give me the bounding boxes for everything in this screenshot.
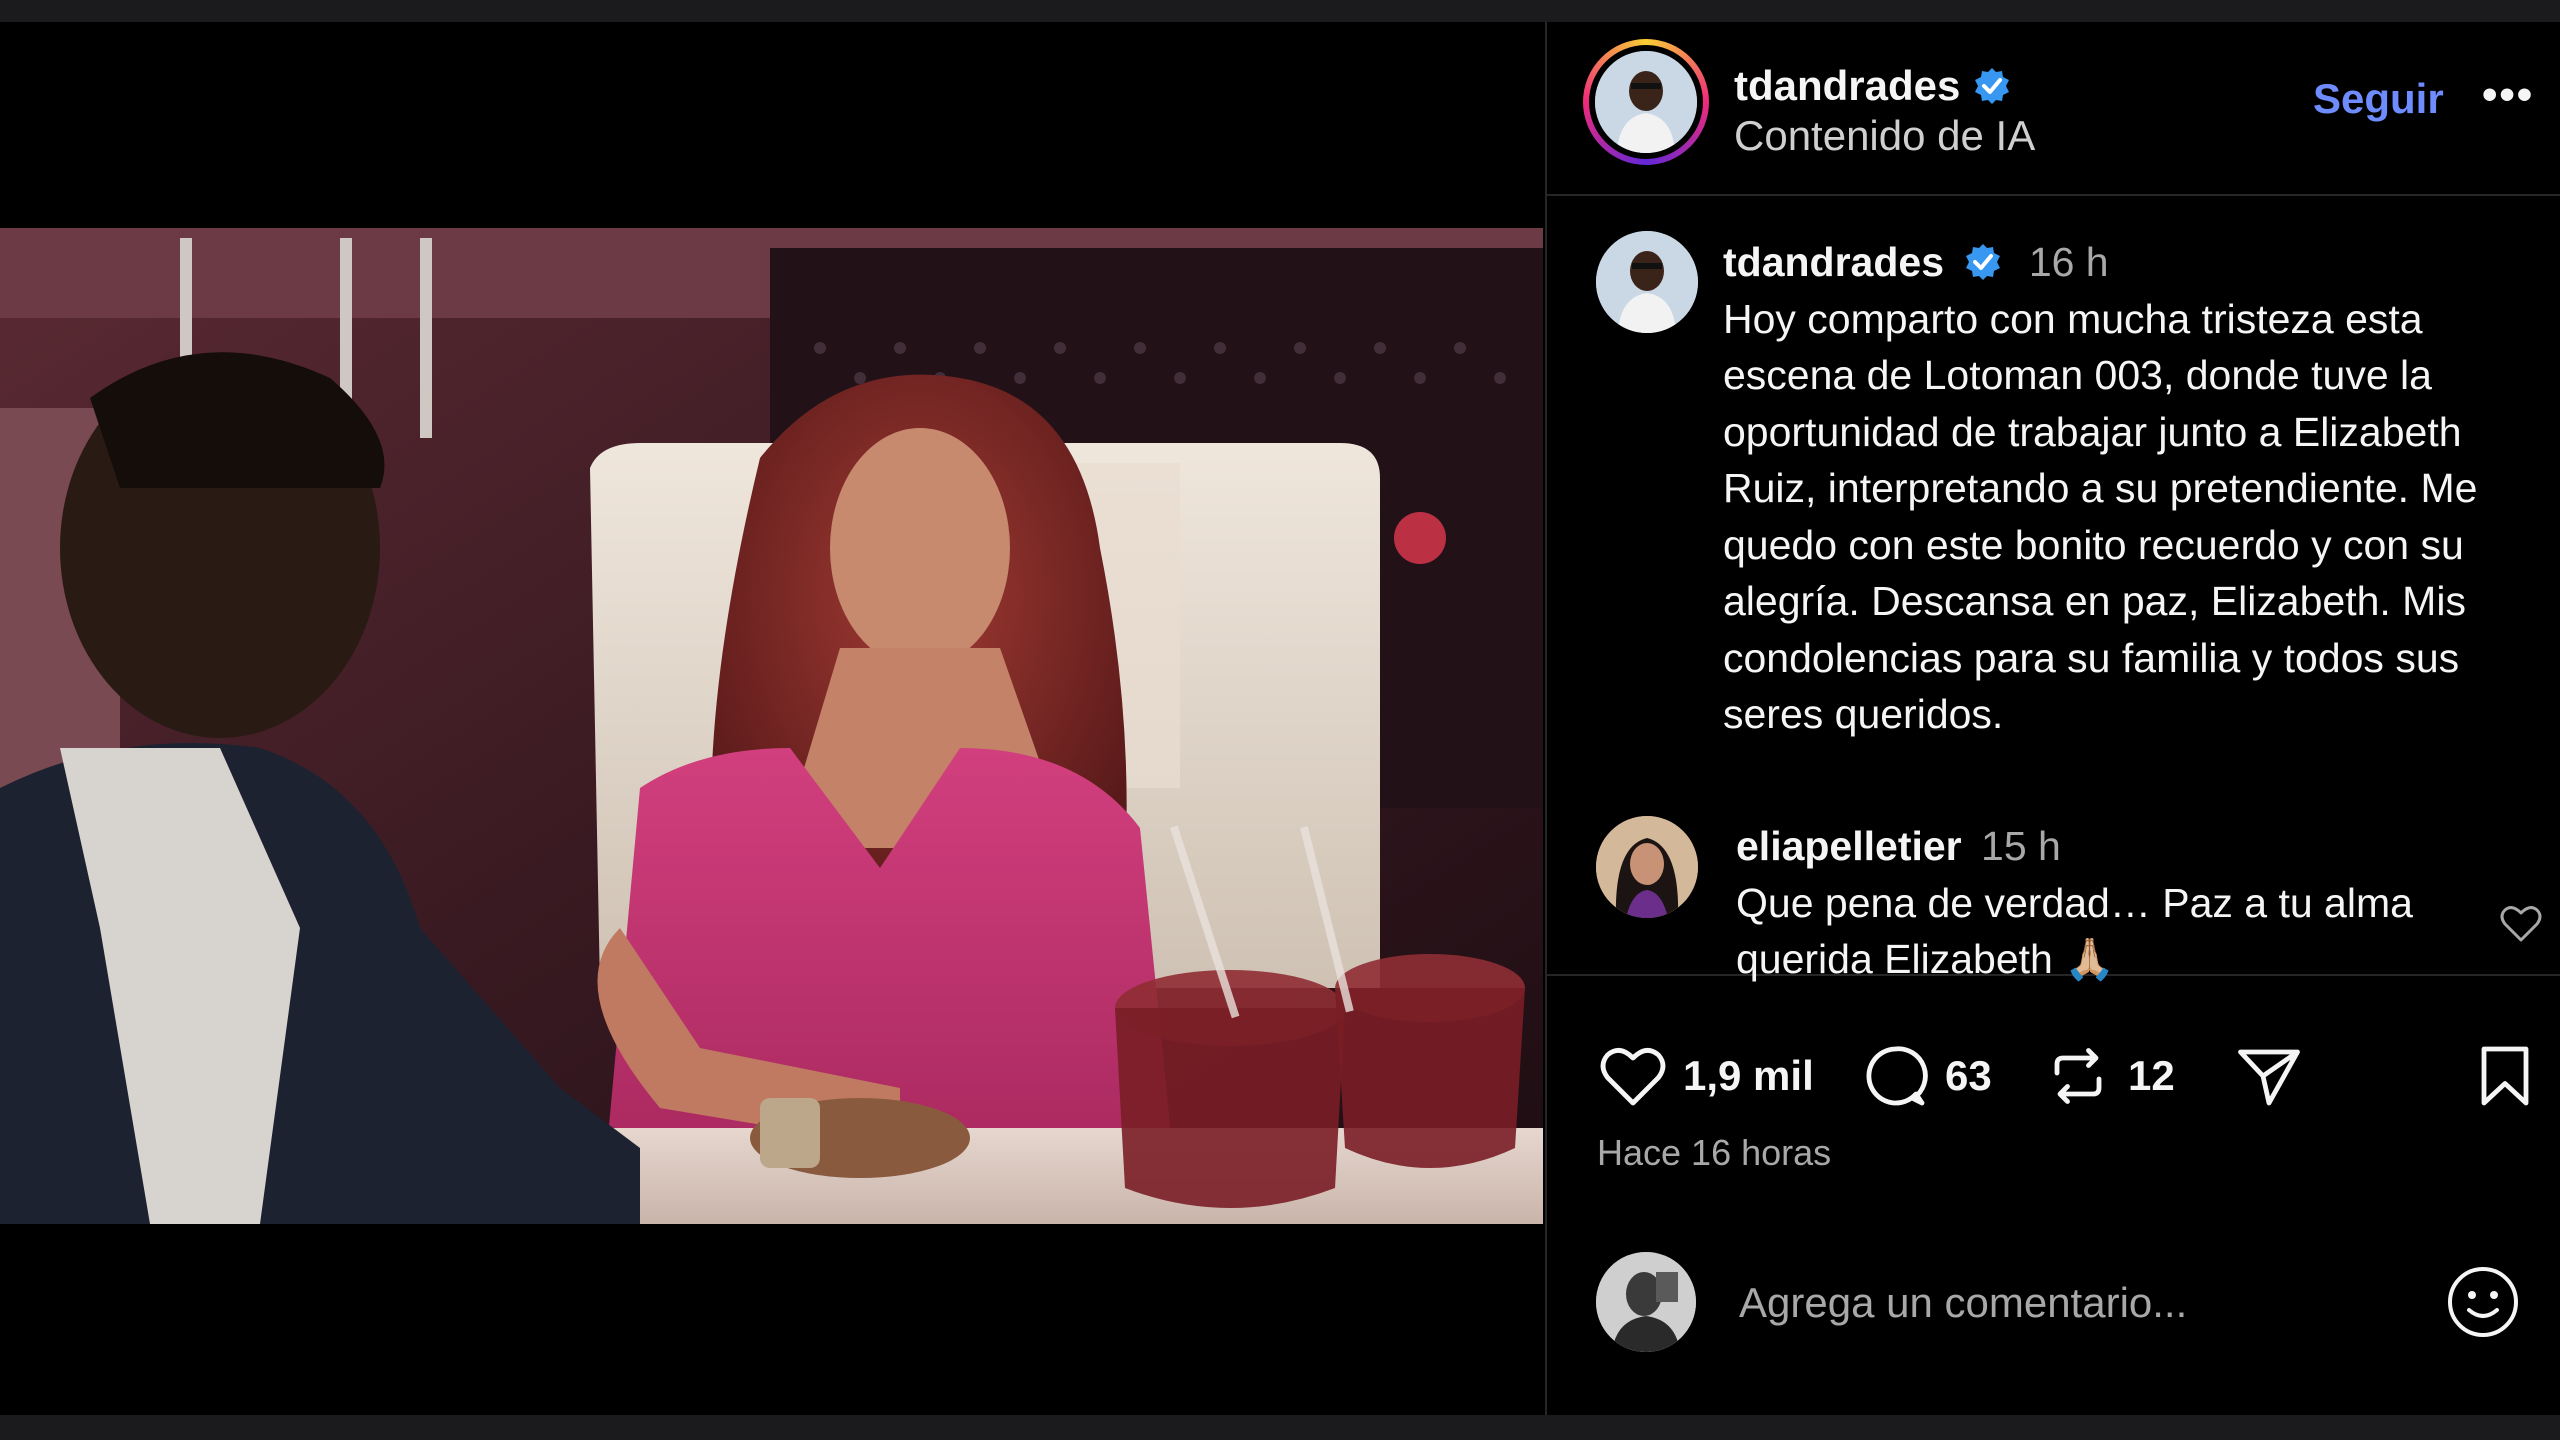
repost-button[interactable]: 12 <box>2042 1040 2175 1112</box>
post-side-panel: tdandrades Contenido de IA Seguir ••• td… <box>1545 22 2560 1415</box>
comment-text-block: eliapelletier 15 h Que pena de verdad… P… <box>1736 818 2496 988</box>
heart-icon <box>1600 1048 1666 1106</box>
follow-button[interactable]: Seguir <box>2313 75 2444 123</box>
post-media[interactable] <box>0 22 1543 1415</box>
post-header: tdandrades Contenido de IA Seguir ••• <box>1547 22 2560 196</box>
caption-avatar[interactable] <box>1596 231 1698 333</box>
window-bottom-bar <box>0 1415 2560 1440</box>
caption-block: tdandrades 16 h Hoy comparto con mucha t… <box>1547 196 2560 986</box>
comment-text: Que pena de verdad… Paz a tu alma querid… <box>1736 879 2413 983</box>
comment-bubble-icon <box>1866 1046 1928 1106</box>
add-comment-bar <box>1547 1242 2560 1362</box>
repost-count: 12 <box>2128 1052 2175 1099</box>
like-button[interactable]: 1,9 mil <box>1597 1040 1814 1112</box>
verified-badge-icon <box>1975 68 2010 104</box>
bookmark-icon <box>2481 1046 2529 1106</box>
comment-timestamp[interactable]: 15 h <box>1981 823 2061 869</box>
avatar <box>1595 51 1697 153</box>
comment-input[interactable] <box>1737 1272 2441 1334</box>
video-still-image <box>0 228 1543 1224</box>
comment-button[interactable]: 63 <box>1859 1040 1992 1112</box>
comment-avatar[interactable] <box>1596 816 1698 918</box>
more-options-icon[interactable]: ••• <box>2482 70 2534 120</box>
repost-icon <box>2054 1048 2102 1104</box>
caption-timestamp[interactable]: 16 h <box>2029 239 2109 285</box>
current-user-avatar <box>1596 1252 1696 1352</box>
comment-count: 63 <box>1945 1052 1992 1099</box>
comment-username[interactable]: eliapelletier <box>1736 823 1962 869</box>
comment-like-heart-icon[interactable] <box>2497 900 2545 948</box>
video-frame[interactable] <box>0 228 1543 1224</box>
share-button[interactable] <box>2233 1040 2305 1112</box>
save-button[interactable] <box>2469 1040 2541 1112</box>
emoji-icon[interactable] <box>2445 1264 2521 1340</box>
header-username-row[interactable]: tdandrades <box>1734 62 2012 110</box>
verified-badge-icon <box>1966 244 2001 280</box>
caption-text-block: tdandrades 16 h Hoy comparto con mucha t… <box>1723 234 2543 743</box>
send-icon <box>2238 1049 2300 1106</box>
caption-username[interactable]: tdandrades <box>1723 239 1944 285</box>
caption-text: Hoy comparto con mucha tristeza esta esc… <box>1723 295 2478 738</box>
like-count: 1,9 mil <box>1683 1052 1814 1099</box>
ai-content-label[interactable]: Contenido de IA <box>1734 112 2035 160</box>
post-actions-bar: 1,9 mil 63 12 <box>1547 1040 2560 1120</box>
story-ring-avatar[interactable] <box>1583 39 1709 165</box>
window-top-bar <box>0 0 2560 22</box>
post-time-ago[interactable]: Hace 16 horas <box>1597 1132 1831 1174</box>
header-username[interactable]: tdandrades <box>1734 62 1960 110</box>
comment-item: eliapelletier 15 h Que pena de verdad… P… <box>1547 808 2560 982</box>
